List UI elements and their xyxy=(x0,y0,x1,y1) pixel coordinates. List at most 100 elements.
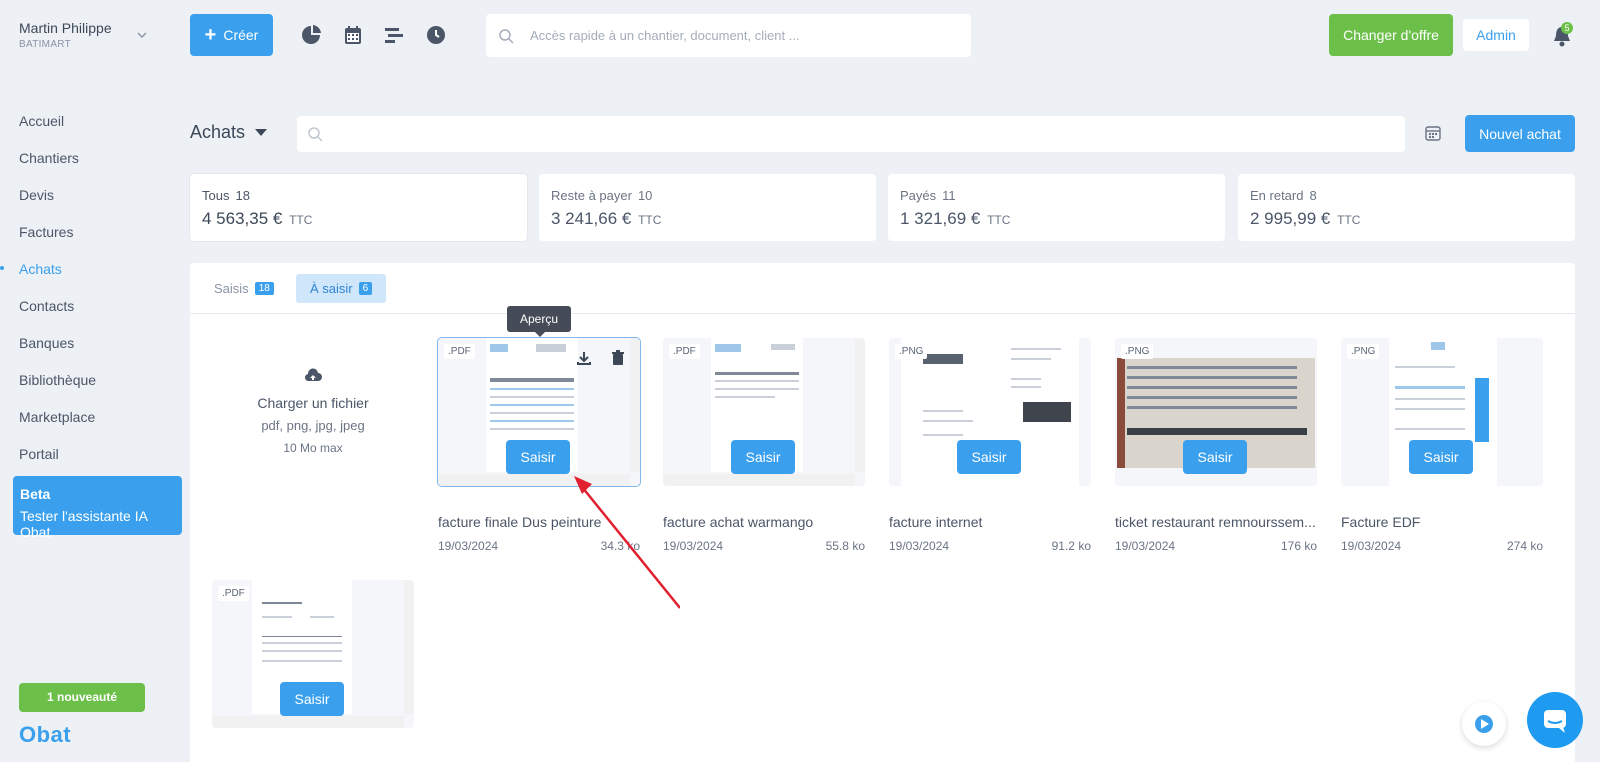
file-type-label: .PNG xyxy=(1347,344,1380,359)
summary-count: 10 xyxy=(637,188,653,203)
file-type-label: .PDF xyxy=(218,586,249,601)
summary-unit: TTC xyxy=(987,213,1011,227)
sidebar-item-portail[interactable]: Portail xyxy=(0,443,186,480)
global-search-input[interactable] xyxy=(530,28,950,43)
beta-title: Beta xyxy=(20,486,51,502)
saisir-button[interactable]: Saisir xyxy=(280,682,344,716)
pie-chart-icon[interactable] xyxy=(300,24,322,46)
sidebar-item-devis[interactable]: Devis xyxy=(0,184,186,221)
cloud-upload-icon xyxy=(304,368,322,382)
vertical-scrollbar[interactable] xyxy=(855,338,865,472)
document-date: 19/03/2024 xyxy=(1341,539,1402,553)
change-offer-button[interactable]: Changer d'offre xyxy=(1329,14,1453,56)
new-purchase-button[interactable]: Nouvel achat xyxy=(1465,115,1575,152)
sidebar-item-bibliotheque[interactable]: Bibliothèque xyxy=(0,369,186,406)
summary-unit: TTC xyxy=(638,213,662,227)
plus-icon: + xyxy=(204,24,217,46)
summary-label: En retard xyxy=(1250,188,1304,203)
user-menu[interactable]: Martin Philippe BATIMART xyxy=(19,20,112,50)
sidebar-item-achats[interactable]: Achats xyxy=(0,258,186,295)
document-size: 91.2 ko xyxy=(1051,539,1091,553)
document-size: 176 ko xyxy=(1280,539,1317,553)
beta-text: Tester l'assistante IA Obat xyxy=(20,508,148,540)
document-thumbnail[interactable]: .PDF Saisir xyxy=(663,338,865,486)
global-search[interactable] xyxy=(486,14,971,57)
summary-card-unpaid[interactable]: Reste à payer 10 3 241,66 € TTC xyxy=(539,174,876,241)
saisir-button[interactable]: Saisir xyxy=(731,440,795,474)
summary-card-all[interactable]: Tous 18 4 563,35 € TTC xyxy=(190,174,527,241)
sidebar-item-banques[interactable]: Banques xyxy=(0,332,186,369)
file-type-label: .PDF xyxy=(669,344,700,359)
summary-label: Tous xyxy=(202,188,230,203)
sidebar-item-contacts[interactable]: Contacts xyxy=(0,295,186,332)
sidebar-nav: Accueil Chantiers Devis Factures Achats … xyxy=(0,110,186,480)
saisir-button[interactable]: Saisir xyxy=(1409,440,1473,474)
saisir-button[interactable]: Saisir xyxy=(957,440,1021,474)
upload-title: Charger un fichier xyxy=(257,395,369,411)
create-button[interactable]: + Créer xyxy=(190,14,273,56)
tab-saisis[interactable]: Saisis 18 xyxy=(200,274,288,303)
document-thumbnail[interactable]: .PNG Saisir xyxy=(1341,338,1543,486)
chevron-down-icon[interactable] xyxy=(137,30,147,40)
search-icon xyxy=(308,127,323,142)
summary-label: Reste à payer xyxy=(551,188,632,203)
purchases-search-input[interactable] xyxy=(333,126,1405,142)
chat-icon xyxy=(1544,710,1566,733)
tab-count-badge: 18 xyxy=(254,282,274,295)
horizontal-scrollbar[interactable] xyxy=(212,716,404,728)
sidebar-item-marketplace[interactable]: Marketplace xyxy=(0,406,186,443)
user-company: BATIMART xyxy=(19,39,72,50)
document-card[interactable]: .PNG Saisir ticket restaurant remnoursse… xyxy=(1115,338,1317,553)
file-type-label: .PDF xyxy=(444,344,475,359)
page-title[interactable]: Achats xyxy=(190,122,268,143)
file-type-label: .PNG xyxy=(1121,344,1154,359)
beta-ai-card[interactable]: Beta Tester l'assistante IA Obat xyxy=(13,476,182,540)
summary-card-late[interactable]: En retard 8 2 995,99 € TTC xyxy=(1238,174,1575,241)
vertical-scrollbar[interactable] xyxy=(404,580,414,714)
clock-icon[interactable] xyxy=(425,24,447,46)
play-icon xyxy=(1475,715,1493,733)
document-thumbnail[interactable]: .PNG Saisir xyxy=(1115,338,1317,486)
download-icon[interactable] xyxy=(576,350,592,366)
vertical-scrollbar[interactable] xyxy=(630,338,640,472)
document-date: 19/03/2024 xyxy=(1115,539,1176,553)
create-label: Créer xyxy=(223,27,259,43)
video-help-button[interactable] xyxy=(1462,702,1506,746)
saisir-button[interactable]: Saisir xyxy=(1183,440,1247,474)
saisir-button[interactable]: Saisir xyxy=(506,440,570,474)
sidebar-item-chantiers[interactable]: Chantiers xyxy=(0,147,186,184)
summary-count: 11 xyxy=(942,188,956,203)
trash-icon[interactable] xyxy=(610,350,626,366)
purchases-search[interactable] xyxy=(297,116,1405,152)
document-thumbnail[interactable]: .PDF Saisir xyxy=(212,580,414,728)
document-thumbnail[interactable]: .PNG Saisir xyxy=(889,338,1091,486)
document-size: 55.8 ko xyxy=(825,539,865,553)
admin-button[interactable]: Admin xyxy=(1463,19,1529,51)
document-card[interactable]: .PDF Saisir facture achat warmango 19/03… xyxy=(663,338,865,553)
caret-down-icon xyxy=(255,129,268,136)
gantt-icon[interactable] xyxy=(383,24,405,46)
summary-card-paid[interactable]: Payés 11 1 321,69 € TTC xyxy=(888,174,1225,241)
upload-dropzone[interactable]: Charger un fichier pdf, png, jpg, jpeg 1… xyxy=(212,330,414,478)
document-date: 19/03/2024 xyxy=(438,539,499,553)
summary-amount: 2 995,99 € xyxy=(1250,209,1331,228)
tab-a-saisir[interactable]: À saisir 6 xyxy=(296,274,387,303)
document-card[interactable]: .PNG Saisir Facture EDF 19/03/2024 274 ko xyxy=(1341,338,1543,553)
calendar-icon[interactable] xyxy=(342,24,364,46)
upload-formats: pdf, png, jpg, jpeg xyxy=(261,418,365,433)
sidebar-item-factures[interactable]: Factures xyxy=(0,221,186,258)
summary-label: Payés xyxy=(900,188,937,203)
upload-max-size: 10 Mo max xyxy=(283,441,343,455)
summary-amount: 1 321,69 € xyxy=(900,209,981,228)
document-thumbnail[interactable]: .PDF Saisir xyxy=(438,338,640,486)
document-card[interactable]: .PNG Saisir facture internet 19/03/2024 9… xyxy=(889,338,1091,553)
news-badge[interactable]: 1 nouveauté xyxy=(19,683,145,712)
calendar-filter-icon[interactable] xyxy=(1424,124,1442,142)
sidebar-item-accueil[interactable]: Accueil xyxy=(0,110,186,147)
chat-button[interactable] xyxy=(1527,692,1583,748)
summary-unit: TTC xyxy=(289,213,313,227)
obat-logo: Obat xyxy=(19,722,72,747)
horizontal-scrollbar[interactable] xyxy=(663,474,855,486)
document-card[interactable]: .PDF Saisir xyxy=(212,580,414,728)
summary-count: 18 xyxy=(235,188,250,203)
